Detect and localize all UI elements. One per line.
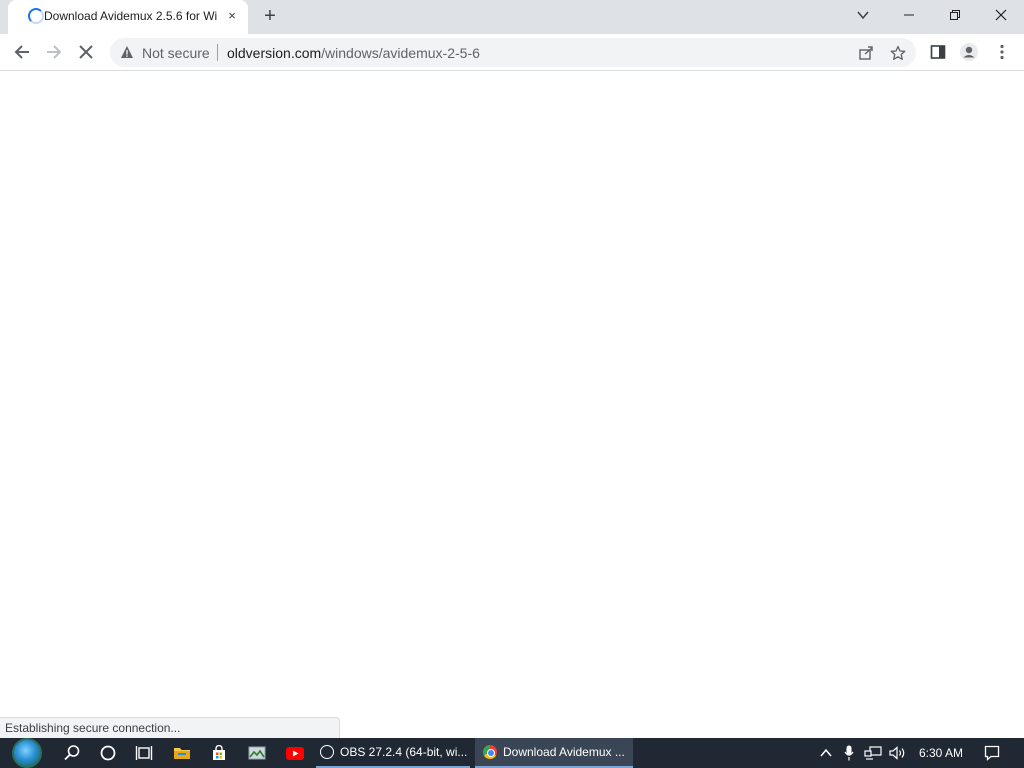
speaker-icon (889, 746, 905, 760)
task-view-button[interactable] (130, 738, 158, 768)
network-icon (864, 746, 882, 760)
taskbar-app-label: OBS 27.2.4 (64-bit, wi... (340, 745, 468, 759)
obs-icon (320, 745, 334, 759)
notification-icon (984, 745, 1000, 761)
taskbar-app-label: Download Avidemux ... (503, 745, 625, 759)
url-domain: oldversion.com (227, 45, 322, 61)
tab-search-button[interactable] (840, 0, 886, 30)
network-button[interactable] (862, 738, 884, 768)
window-close-button[interactable] (978, 0, 1024, 30)
tab-title: Download Avidemux 2.5.6 for Wi (44, 9, 218, 23)
task-view-icon (135, 746, 153, 760)
restore-icon (950, 10, 960, 20)
windows-start-icon (12, 738, 42, 768)
close-icon (995, 9, 1007, 21)
youtube-icon (286, 746, 304, 760)
folder-icon (174, 748, 190, 759)
minimize-icon (904, 14, 914, 16)
photos-app-button[interactable] (243, 738, 271, 768)
microphone-icon (844, 745, 854, 761)
new-tab-button[interactable]: + (258, 5, 282, 29)
page-content (0, 71, 1024, 738)
microphone-button[interactable] (840, 738, 858, 768)
back-button[interactable] (10, 40, 34, 64)
file-explorer-button[interactable] (168, 738, 196, 768)
side-panel-button[interactable] (926, 40, 950, 64)
taskbar: OBS 27.2.4 (64-bit, wi... Download Avide… (0, 738, 1024, 768)
search-icon (64, 745, 80, 761)
url-path: /windows/avidemux-2-5-6 (321, 45, 480, 61)
profile-button[interactable] (957, 40, 981, 64)
cortana-button[interactable] (94, 738, 122, 768)
volume-button[interactable] (887, 738, 909, 768)
browser-tab[interactable]: Download Avidemux 2.5.6 for Wi × (8, 0, 248, 34)
arrow-right-icon (47, 45, 62, 59)
warning-triangle-icon[interactable] (120, 45, 134, 64)
url-text[interactable]: oldversion.com/windows/avidemux-2-5-6 (227, 45, 480, 61)
person-icon (960, 43, 978, 61)
browser-toolbar: Not secure oldversion.com/windows/avidem… (0, 34, 1024, 71)
tab-close-button[interactable]: × (224, 8, 240, 24)
share-button[interactable] (856, 43, 876, 63)
share-icon (859, 46, 873, 60)
side-panel-icon (930, 45, 946, 59)
minimize-button[interactable] (886, 0, 932, 30)
tab-strip: Download Avidemux 2.5.6 for Wi × + (0, 0, 1024, 34)
forward-button[interactable] (42, 40, 66, 64)
security-label[interactable]: Not secure (142, 45, 210, 61)
stop-loading-button[interactable] (74, 40, 98, 64)
show-hidden-icons-button[interactable] (816, 738, 836, 768)
browser-menu-button[interactable] (990, 40, 1014, 64)
loading-spinner-icon (28, 8, 44, 24)
start-button[interactable] (8, 738, 46, 768)
taskbar-app-chrome[interactable]: Download Avidemux ... (475, 738, 633, 768)
youtube-button[interactable] (281, 738, 309, 768)
restore-button[interactable] (932, 0, 978, 30)
chevron-up-icon (820, 748, 832, 757)
taskbar-app-obs[interactable]: OBS 27.2.4 (64-bit, wi... (316, 738, 470, 768)
omnibox-divider (217, 44, 218, 61)
bookmark-button[interactable] (888, 43, 908, 63)
store-button[interactable] (205, 738, 233, 768)
arrow-left-icon (14, 45, 29, 59)
store-bag-icon (213, 745, 225, 760)
search-button[interactable] (58, 738, 86, 768)
chevron-down-icon (857, 11, 869, 20)
chrome-icon (483, 745, 497, 759)
address-bar[interactable]: Not secure oldversion.com/windows/avidem… (110, 38, 916, 67)
action-center-button[interactable] (980, 738, 1004, 768)
kebab-menu-icon (1000, 44, 1004, 60)
status-bubble: Establishing secure connection... (0, 717, 340, 738)
star-icon (890, 45, 906, 60)
close-icon (79, 45, 93, 59)
taskbar-clock[interactable]: 6:30 AM (912, 738, 970, 768)
image-viewer-icon (248, 746, 266, 760)
circle-icon (100, 745, 116, 761)
